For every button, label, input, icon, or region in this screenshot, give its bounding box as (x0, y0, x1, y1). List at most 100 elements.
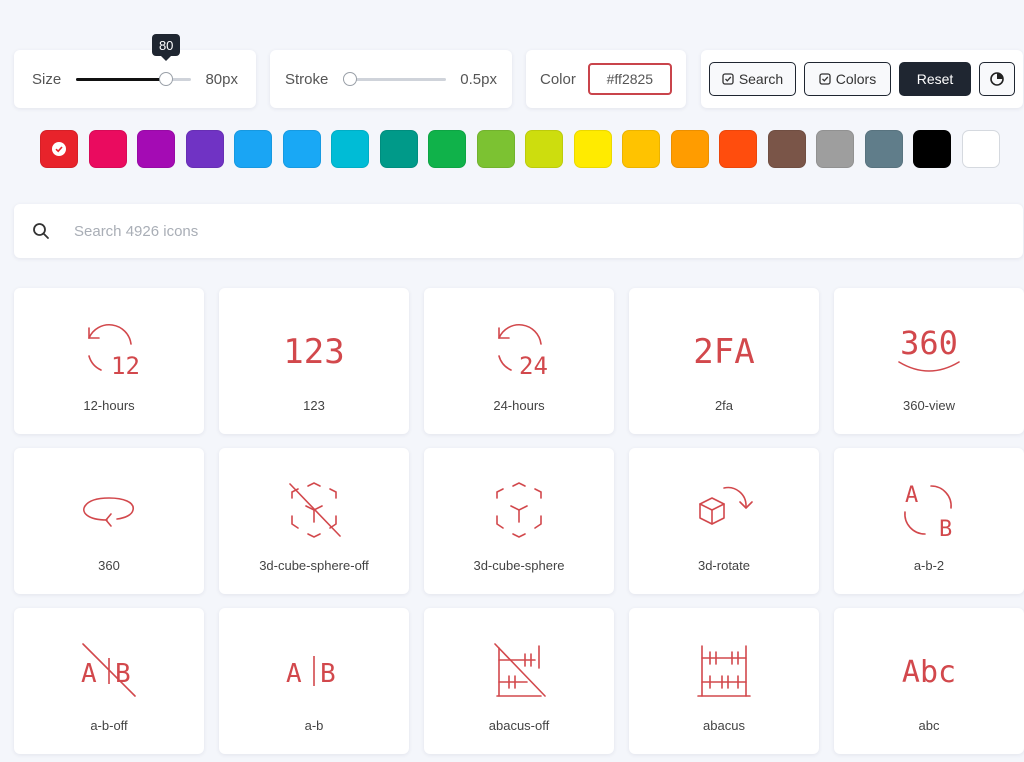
icon-card-a-b[interactable]: A B a-b (219, 608, 409, 754)
icon-name: a-b (304, 718, 324, 733)
icon-card-a-b-2[interactable]: A B a-b-2 (834, 448, 1024, 594)
glyph-text-ab-a: A (81, 659, 97, 689)
size-control: Size 80 80px (14, 34, 256, 108)
icon-name: 3d-cube-sphere (473, 558, 565, 573)
icon-card-12-hours[interactable]: 12 12-hours (14, 288, 204, 434)
icon-card-24-hours[interactable]: 24 24-hours (424, 288, 614, 434)
360-rotate-icon (83, 497, 134, 527)
3d-cube-sphere-off-icon (289, 482, 341, 538)
360-view-icon: 360 (898, 324, 960, 372)
icon-name: a-b-off (90, 718, 128, 733)
glyph-text-a: A (905, 483, 918, 508)
glyph-text-b: B (939, 517, 952, 542)
color-swatch[interactable] (864, 130, 903, 168)
icon-name: a-b-2 (913, 558, 945, 573)
icon-card-abc[interactable]: Abc abc (834, 608, 1024, 754)
icon-card-3d-cube-sphere[interactable]: 3d-cube-sphere (424, 448, 614, 594)
action-buttons: Search Colors Reset (701, 50, 1023, 108)
glyph-text-360: 360 (900, 324, 958, 362)
icon-name: abacus (703, 718, 745, 733)
color-swatch[interactable] (670, 130, 709, 168)
color-swatch[interactable] (913, 130, 951, 168)
color-swatch[interactable] (767, 130, 806, 168)
glyph-text-ab-a: A (286, 659, 302, 689)
icon-card-360-view[interactable]: 360 360-view (834, 288, 1024, 434)
icon-name: 3d-rotate (697, 558, 751, 573)
size-slider[interactable]: 80 (76, 34, 192, 86)
colors-toggle-label: Colors (835, 71, 877, 87)
abacus-off-icon (494, 643, 546, 697)
glyph-text-abc: Abc (902, 655, 956, 690)
size-label: Size (32, 70, 62, 88)
search-toggle-button[interactable]: Search (709, 62, 796, 96)
size-value: 80px (205, 70, 238, 88)
color-swatch[interactable] (185, 130, 224, 168)
icon-card-2fa[interactable]: 2FA 2fa (629, 288, 819, 434)
theme-toggle-button[interactable] (979, 62, 1015, 96)
checkbox-checked-icon (722, 73, 734, 85)
icon-card-abacus-off[interactable]: abacus-off (424, 608, 614, 754)
icon-name: abc (918, 718, 940, 733)
icon-name: 360 (98, 558, 120, 573)
color-swatch[interactable] (40, 130, 78, 168)
color-swatch[interactable] (88, 130, 127, 168)
color-swatch[interactable] (525, 130, 563, 168)
stroke-slider-track[interactable] (343, 78, 447, 81)
color-label: Color (540, 70, 576, 88)
size-slider-fill (76, 78, 167, 81)
search-input[interactable] (72, 221, 676, 241)
icon-card-360[interactable]: 360 (14, 448, 204, 594)
checkbox-checked-icon (819, 73, 831, 85)
color-swatch[interactable] (719, 130, 757, 168)
color-swatch[interactable] (573, 130, 612, 168)
size-slider-thumb[interactable] (159, 72, 174, 86)
color-swatch[interactable] (379, 130, 418, 168)
contrast-icon (990, 72, 1004, 86)
icon-card-3d-rotate[interactable]: 3d-rotate (629, 448, 819, 594)
3d-cube-sphere-icon (496, 482, 542, 538)
a-b-off-icon: A B (81, 643, 136, 697)
icon-card-123[interactable]: 123 123 (219, 288, 409, 434)
size-tooltip: 80 (152, 34, 181, 61)
colors-toggle-button[interactable]: Colors (804, 62, 891, 96)
12-hours-icon: 12 (88, 324, 140, 380)
color-swatch[interactable] (816, 130, 854, 168)
3d-rotate-icon (699, 486, 753, 525)
glyph-text-2fa: 2FA (693, 332, 754, 372)
icon-name: 123 (303, 398, 325, 413)
stroke-label: Stroke (285, 70, 329, 88)
color-swatch[interactable] (137, 130, 175, 168)
color-swatch[interactable] (282, 130, 321, 168)
color-swatch[interactable] (428, 130, 466, 168)
color-swatch[interactable] (331, 130, 369, 168)
icon-name: 2fa (714, 398, 734, 413)
abacus-icon (697, 645, 751, 697)
search-icon (33, 223, 49, 239)
color-swatch[interactable] (622, 130, 660, 168)
color-swatch[interactable] (234, 130, 272, 168)
icon-card-a-b-off[interactable]: A B a-b-off (14, 608, 204, 754)
color-hex-input[interactable] (587, 63, 672, 95)
color-swatch[interactable] (961, 130, 1000, 168)
reset-button[interactable]: Reset (899, 62, 971, 96)
color-control: Color (526, 50, 686, 108)
stroke-value: 0.5px (460, 70, 497, 88)
check-icon (52, 142, 66, 156)
stroke-slider-thumb[interactable] (343, 72, 358, 86)
icon-name: 3d-cube-sphere-off (259, 558, 369, 573)
icon-name: 360-view (902, 398, 956, 413)
search-toggle-label: Search (738, 71, 784, 87)
icon-card-abacus[interactable]: abacus (629, 608, 819, 754)
icon-name: 12-hours (83, 398, 135, 413)
icon-search-bar (14, 204, 1023, 258)
24-hours-icon: 24 (498, 324, 548, 380)
stroke-slider[interactable] (343, 72, 447, 86)
stroke-control: Stroke 0.5px (270, 50, 512, 108)
icon-card-3d-cube-sphere-off[interactable]: 3d-cube-sphere-off (219, 448, 409, 594)
color-swatch[interactable] (476, 130, 515, 168)
icon-name: 24-hours (493, 398, 545, 413)
a-b-icon: A B (286, 656, 336, 689)
2fa-icon: 2FA (693, 332, 754, 372)
glyph-text-123: 123 (283, 332, 344, 372)
glyph-text-24: 24 (519, 352, 548, 380)
